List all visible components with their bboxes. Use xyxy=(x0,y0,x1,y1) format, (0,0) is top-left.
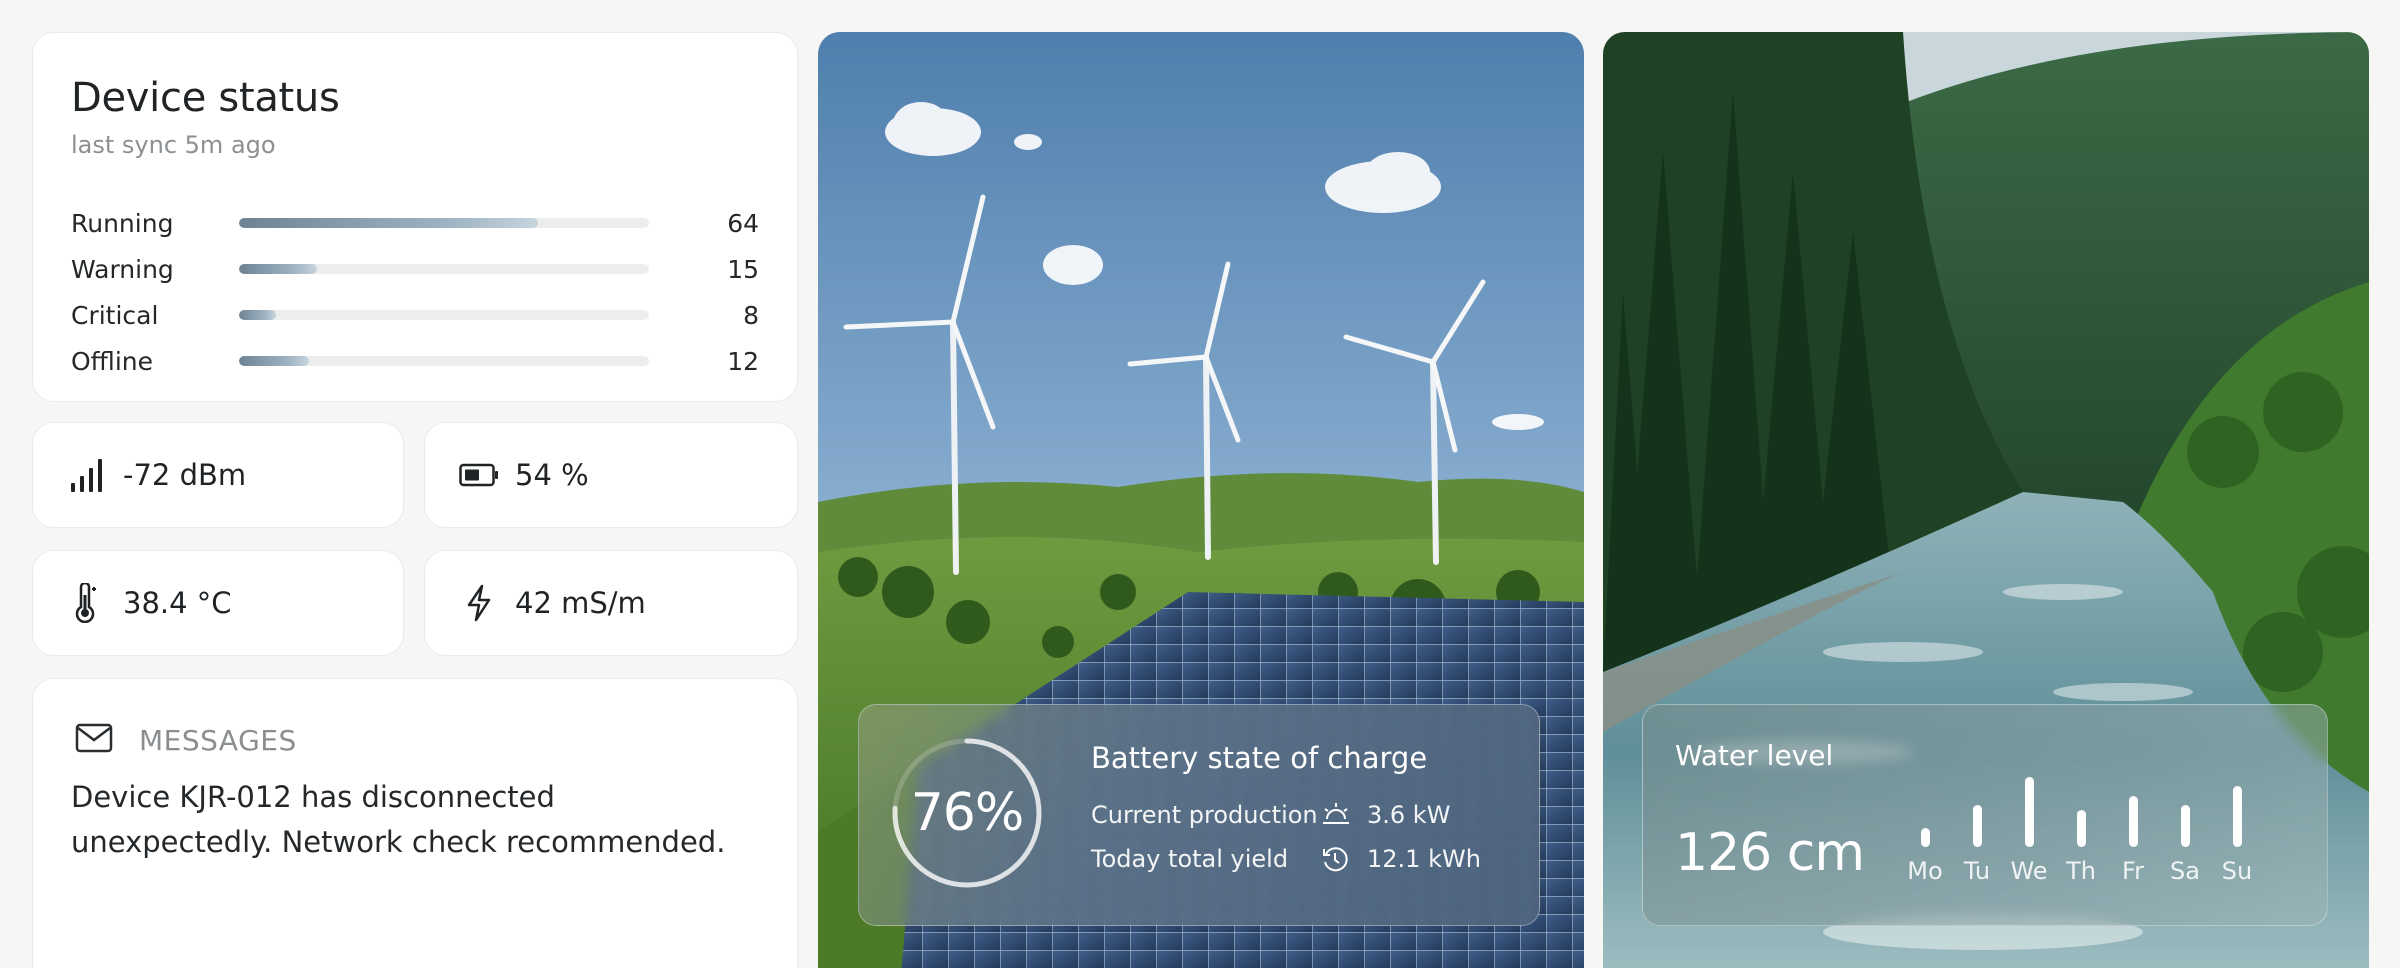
water-level-bar-we xyxy=(2024,777,2034,847)
device-status-title: Device status xyxy=(71,75,340,121)
status-row-running: Running 64 xyxy=(71,205,759,241)
current-production-label: Current production xyxy=(1091,801,1318,829)
status-count: 64 xyxy=(727,208,759,238)
lightning-icon xyxy=(459,583,499,623)
status-row-critical: Critical 8 xyxy=(71,297,759,333)
current-production-value: 3.6 kW xyxy=(1367,801,1451,829)
water-level-weekly-chart: Mo Tu We Th Fr Sa Su xyxy=(1899,745,2259,885)
temperature-tile[interactable]: 38.4 °C xyxy=(32,550,404,656)
message-text: Device KJR-012 has disconnected unexpect… xyxy=(71,780,726,859)
water-level-bar-tu xyxy=(1972,805,1982,847)
conductivity-value: 42 mS/m xyxy=(515,586,646,620)
water-level-day-label: Mo xyxy=(1907,857,1943,885)
status-count: 15 xyxy=(727,254,759,284)
water-level-day-label: Sa xyxy=(2170,857,2200,885)
status-bar-fill xyxy=(239,264,317,274)
last-sync-text: last sync 5m ago xyxy=(71,131,276,159)
messages-card: MESSAGES Device KJR-012 has disconnected… xyxy=(32,678,798,968)
battery-value: 54 % xyxy=(515,458,589,492)
status-bar-fill xyxy=(239,356,309,366)
battery-tile[interactable]: 54 % xyxy=(424,422,798,528)
status-row-warning: Warning 15 xyxy=(71,251,759,287)
water-level-bar-th xyxy=(2076,809,2086,847)
signal-bars-icon xyxy=(67,455,107,495)
water-panel: Water level 126 cm Mo Tu We Th Fr Sa Su xyxy=(1603,32,2369,968)
temperature-value: 38.4 °C xyxy=(123,586,232,620)
water-level-bar-fr xyxy=(2128,795,2138,847)
battery-icon xyxy=(459,455,499,495)
water-level-day-label: Fr xyxy=(2122,857,2144,885)
status-row-offline: Offline 12 xyxy=(71,343,759,379)
water-level-day-label: Tu xyxy=(1963,857,1991,885)
energy-panel: 76% Battery state of charge Current prod… xyxy=(818,32,1584,968)
status-bar-fill xyxy=(239,310,276,320)
sunrise-icon xyxy=(1321,801,1355,829)
current-production-row: Current production 3.6 kW xyxy=(1091,801,1450,829)
water-level-value: 126 cm xyxy=(1675,823,1865,883)
water-level-day-label: Su xyxy=(2221,857,2253,885)
water-level-bar-su xyxy=(2232,786,2242,847)
water-level-day-label: Th xyxy=(2066,857,2096,885)
status-count: 8 xyxy=(743,300,759,330)
water-level-panel: Water level 126 cm Mo Tu We Th Fr Sa Su xyxy=(1642,704,2328,926)
water-level-day-label: We xyxy=(2010,857,2048,885)
status-bar xyxy=(239,218,649,228)
conductivity-tile[interactable]: 42 mS/m xyxy=(424,550,798,656)
today-yield-row: Today total yield 12.1 kWh xyxy=(1091,845,1481,873)
messages-header: MESSAGES xyxy=(71,723,759,757)
status-bar xyxy=(239,356,649,366)
battery-gauge-value: 76% xyxy=(910,783,1025,843)
status-label: Critical xyxy=(71,300,159,330)
thermometer-icon xyxy=(67,583,107,623)
status-label: Warning xyxy=(71,254,174,284)
battery-panel-title: Battery state of charge xyxy=(1091,741,1428,775)
status-bar-fill xyxy=(239,218,539,228)
envelope-icon xyxy=(75,723,119,757)
status-count: 12 xyxy=(727,346,759,376)
messages-title: MESSAGES xyxy=(139,723,297,757)
history-icon xyxy=(1321,845,1355,873)
signal-value: -72 dBm xyxy=(123,458,247,492)
status-bar xyxy=(239,264,649,274)
status-label: Offline xyxy=(71,346,154,376)
signal-tile[interactable]: -72 dBm xyxy=(32,422,404,528)
today-yield-value: 12.1 kWh xyxy=(1367,845,1481,873)
water-level-bar-sa xyxy=(2180,805,2190,847)
status-label: Running xyxy=(71,208,174,238)
water-level-title: Water level xyxy=(1675,739,1834,772)
device-status-card: Device status last sync 5m ago Running 6… xyxy=(32,32,798,402)
status-bar xyxy=(239,310,649,320)
today-yield-label: Today total yield xyxy=(1091,845,1289,873)
water-level-bar-mo xyxy=(1920,828,1930,847)
battery-charge-panel: 76% Battery state of charge Current prod… xyxy=(858,704,1540,926)
